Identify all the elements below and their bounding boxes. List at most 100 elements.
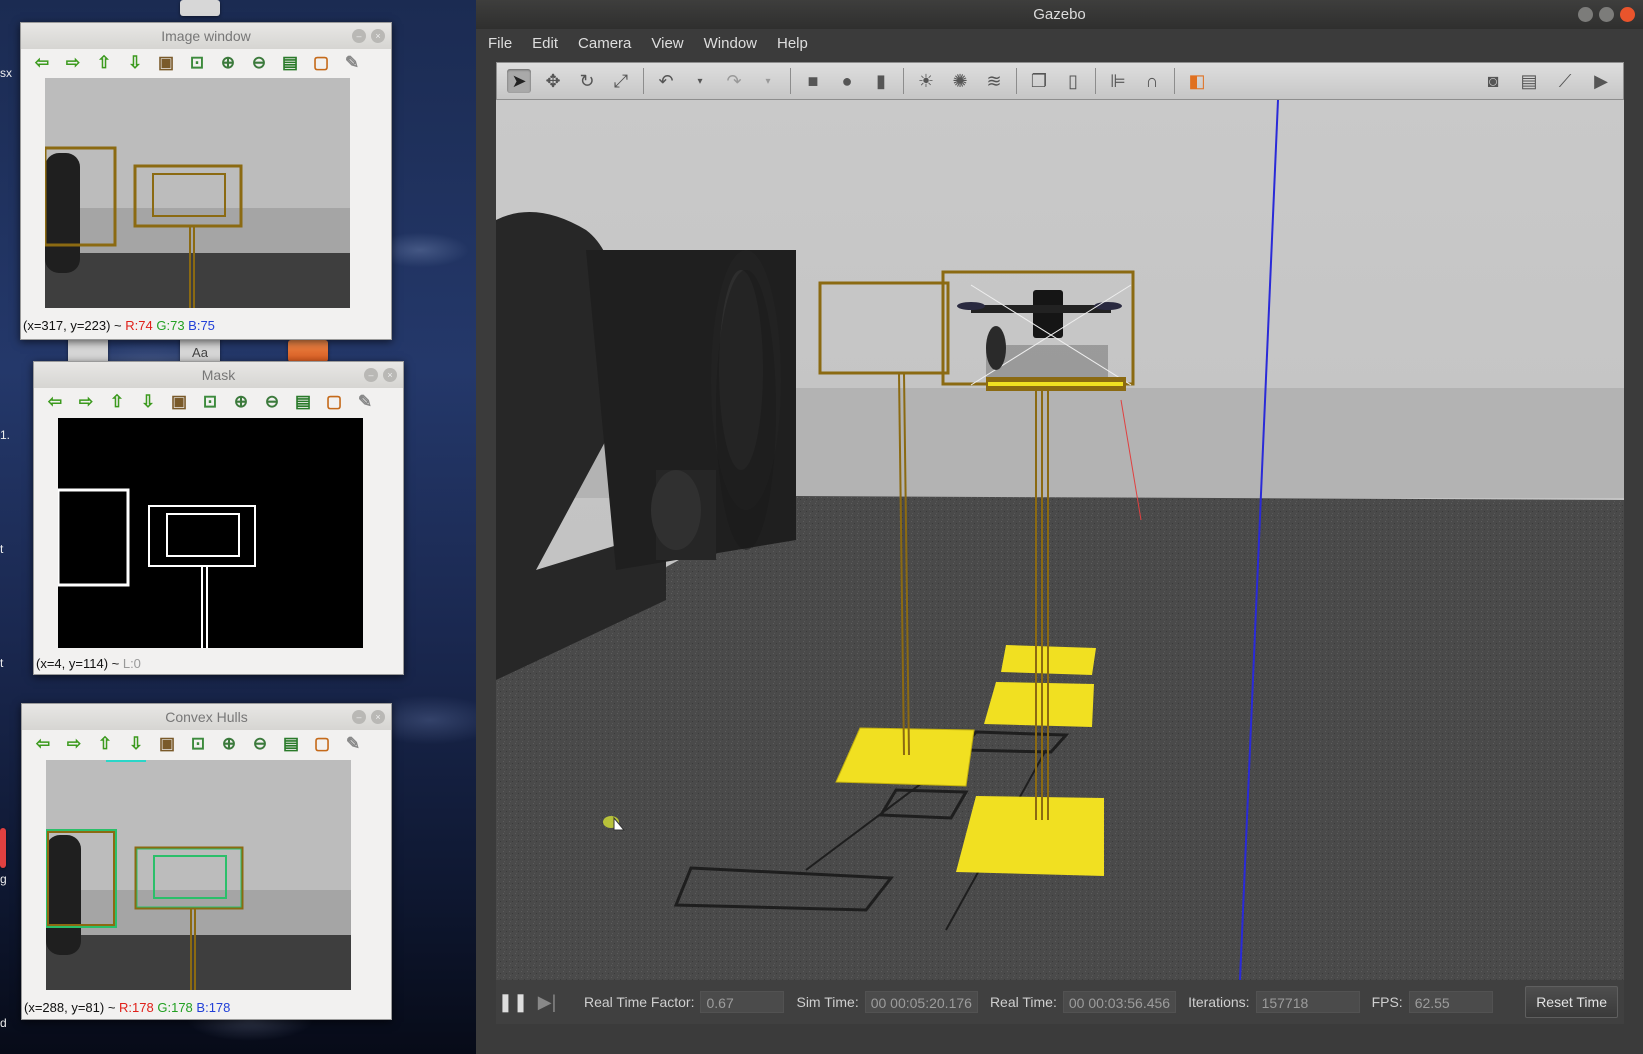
rtf-value: 0.67 xyxy=(700,991,785,1013)
menu-window[interactable]: Window xyxy=(704,35,757,52)
image-icon[interactable]: ▣ xyxy=(168,392,190,412)
desktop-app-icon[interactable] xyxy=(0,828,6,868)
save-icon[interactable]: ▤ xyxy=(292,392,314,412)
copy-icon[interactable]: ▢ xyxy=(311,734,333,754)
fps-value: 62.55 xyxy=(1408,991,1493,1013)
menu-file[interactable]: File xyxy=(488,35,512,52)
cv-toolbar: ⇦ ⇨ ⇧ ⇩ ▣ ⊡ ⊕ ⊖ ▤ ▢ ✎ xyxy=(34,388,403,416)
zoom-in-icon[interactable]: ⊕ xyxy=(218,734,240,754)
arrow-down-icon[interactable]: ⇩ xyxy=(137,392,159,412)
zoom-fit-icon[interactable]: ⊡ xyxy=(187,734,209,754)
arrow-down-icon[interactable]: ⇩ xyxy=(125,734,147,754)
sim-time-label: Sim Time: xyxy=(796,994,859,1010)
gazebo-window[interactable]: Gazebo File Edit Camera View Window Help… xyxy=(476,0,1643,1054)
window-title: Image window xyxy=(161,28,251,44)
toolbar-separator xyxy=(643,68,644,94)
save-icon[interactable]: ▤ xyxy=(280,734,302,754)
close-button[interactable]: × xyxy=(371,710,385,724)
directional-light-icon[interactable]: ≋ xyxy=(982,69,1006,93)
video-record-icon[interactable]: ▶ xyxy=(1589,69,1613,93)
zoom-fit-icon[interactable]: ⊡ xyxy=(186,53,208,73)
gazebo-titlebar[interactable]: Gazebo xyxy=(476,0,1643,29)
zoom-in-icon[interactable]: ⊕ xyxy=(217,53,239,73)
mask-image[interactable] xyxy=(58,418,363,648)
menu-camera[interactable]: Camera xyxy=(578,35,631,52)
arrow-right-icon[interactable]: ⇨ xyxy=(62,53,84,73)
desktop-folder-icon[interactable] xyxy=(288,340,328,362)
change-view-icon[interactable]: ◧ xyxy=(1185,69,1209,93)
window-titlebar[interactable]: Image window – × xyxy=(21,23,391,49)
zoom-out-icon[interactable]: ⊖ xyxy=(249,734,271,754)
close-button[interactable]: × xyxy=(383,368,397,382)
convex-hulls-window[interactable]: Convex Hulls – × ⇦ ⇨ ⇧ ⇩ ▣ ⊡ ⊕ ⊖ ▤ ▢ ✎ (… xyxy=(21,703,392,1020)
minimize-button[interactable]: – xyxy=(352,29,366,43)
sphere-shape-icon[interactable]: ● xyxy=(835,69,859,93)
copy-icon[interactable]: ❐ xyxy=(1027,69,1051,93)
image-window[interactable]: Image window – × ⇦ ⇨ ⇧ ⇩ ▣ ⊡ ⊕ ⊖ ▤ ▢ ✎ (x… xyxy=(20,22,392,340)
scale-mode-icon[interactable]: ⤢ xyxy=(609,69,633,93)
image-icon[interactable]: ▣ xyxy=(155,53,177,73)
maximize-button[interactable] xyxy=(1599,7,1614,22)
menu-view[interactable]: View xyxy=(651,35,683,52)
snap-icon[interactable]: ∩ xyxy=(1140,69,1164,93)
minimize-button[interactable] xyxy=(1578,7,1593,22)
arrow-left-icon[interactable]: ⇦ xyxy=(31,53,53,73)
copy-icon[interactable]: ▢ xyxy=(323,392,345,412)
properties-icon[interactable]: ✎ xyxy=(354,392,376,412)
mask-window[interactable]: Mask – × ⇦ ⇨ ⇧ ⇩ ▣ ⊡ ⊕ ⊖ ▤ ▢ ✎ (x=4, y=11… xyxy=(33,361,404,675)
log-icon[interactable]: ▤ xyxy=(1517,69,1541,93)
box-shape-icon[interactable]: ■ xyxy=(801,69,825,93)
screenshot-icon[interactable]: ◙ xyxy=(1481,69,1505,93)
zoom-fit-icon[interactable]: ⊡ xyxy=(199,392,221,412)
rtf-label: Real Time Factor: xyxy=(584,994,695,1010)
3d-viewport[interactable] xyxy=(496,100,1624,980)
paste-icon[interactable]: ▯ xyxy=(1061,69,1085,93)
minimize-button[interactable]: – xyxy=(364,368,378,382)
pause-icon[interactable]: ❚❚ xyxy=(498,990,528,1014)
copy-icon[interactable]: ▢ xyxy=(310,53,332,73)
arrow-left-icon[interactable]: ⇦ xyxy=(44,392,66,412)
plot-icon[interactable]: ⟋ xyxy=(1553,69,1577,93)
desktop-fragment: 1. xyxy=(0,428,11,442)
pixel-status: (x=288, y=81) ~ R:178 G:178 B:178 xyxy=(24,1000,230,1015)
step-icon[interactable]: ▶| xyxy=(534,990,560,1014)
rotate-mode-icon[interactable]: ↻ xyxy=(575,69,599,93)
undo-icon[interactable]: ↶ xyxy=(654,69,678,93)
redo-icon[interactable]: ↷ xyxy=(722,69,746,93)
properties-icon[interactable]: ✎ xyxy=(342,734,364,754)
close-button[interactable]: × xyxy=(371,29,385,43)
iterations-label: Iterations: xyxy=(1188,994,1250,1010)
menu-help[interactable]: Help xyxy=(777,35,808,52)
undo-dropdown-icon[interactable]: ▾ xyxy=(688,69,712,93)
camera-image[interactable] xyxy=(45,78,350,308)
redo-dropdown-icon[interactable]: ▾ xyxy=(756,69,780,93)
arrow-up-icon[interactable]: ⇧ xyxy=(93,53,115,73)
menu-edit[interactable]: Edit xyxy=(532,35,558,52)
arrow-up-icon[interactable]: ⇧ xyxy=(94,734,116,754)
minimize-button[interactable]: – xyxy=(352,710,366,724)
spot-light-icon[interactable]: ✺ xyxy=(948,69,972,93)
hulls-image[interactable] xyxy=(46,760,351,990)
zoom-out-icon[interactable]: ⊖ xyxy=(261,392,283,412)
zoom-out-icon[interactable]: ⊖ xyxy=(248,53,270,73)
arrow-up-icon[interactable]: ⇧ xyxy=(106,392,128,412)
reset-time-button[interactable]: Reset Time xyxy=(1525,986,1618,1018)
close-button[interactable] xyxy=(1620,7,1635,22)
window-titlebar[interactable]: Convex Hulls – × xyxy=(22,704,391,730)
window-titlebar[interactable]: Mask – × xyxy=(34,362,403,388)
point-light-icon[interactable]: ☀ xyxy=(914,69,938,93)
desktop-file-icon[interactable] xyxy=(180,0,220,16)
save-icon[interactable]: ▤ xyxy=(279,53,301,73)
blue-value: B:178 xyxy=(196,1000,231,1015)
arrow-right-icon[interactable]: ⇨ xyxy=(63,734,85,754)
arrow-right-icon[interactable]: ⇨ xyxy=(75,392,97,412)
arrow-left-icon[interactable]: ⇦ xyxy=(32,734,54,754)
cylinder-shape-icon[interactable]: ▮ xyxy=(869,69,893,93)
select-mode-icon[interactable]: ➤ xyxy=(507,69,531,93)
image-icon[interactable]: ▣ xyxy=(156,734,178,754)
align-icon[interactable]: ⊫ xyxy=(1106,69,1130,93)
properties-icon[interactable]: ✎ xyxy=(341,53,363,73)
zoom-in-icon[interactable]: ⊕ xyxy=(230,392,252,412)
translate-mode-icon[interactable]: ✥ xyxy=(541,69,565,93)
arrow-down-icon[interactable]: ⇩ xyxy=(124,53,146,73)
